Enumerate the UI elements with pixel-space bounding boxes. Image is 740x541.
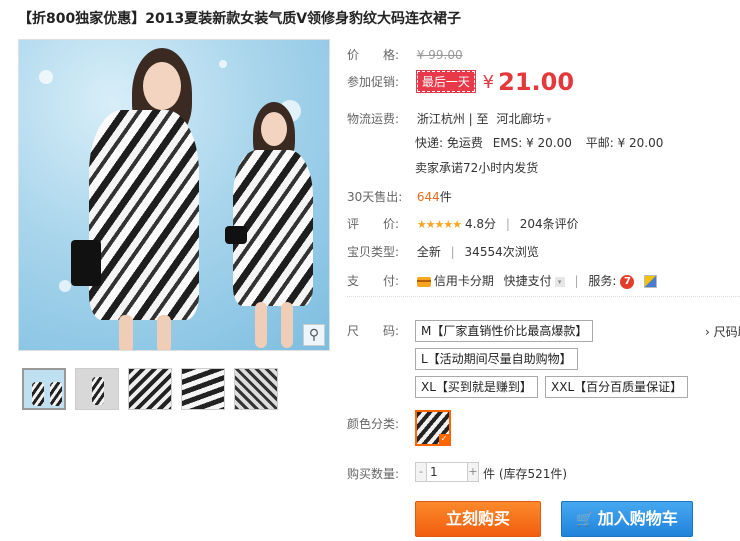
review-count-link[interactable]: 204条评价 xyxy=(520,217,579,231)
ship-promise: 卖家承诺72小时内发货 xyxy=(415,161,539,175)
promo-badge: 最后一天 xyxy=(415,69,476,93)
size-option-m[interactable]: M【厂家直销性价比最高爆款】 xyxy=(415,320,594,342)
ship-to-dropdown[interactable]: 河北廊坊 ▾ xyxy=(496,112,551,126)
credit-installment[interactable]: 信用卡分期 xyxy=(434,274,494,288)
quantity-label-row: 购买数量: xyxy=(347,465,413,482)
zoom-icon[interactable]: ⚲ xyxy=(303,324,325,346)
divider xyxy=(347,296,740,297)
size-label-row: 尺 码: xyxy=(347,322,413,339)
promo-label: 参加促销: xyxy=(347,74,400,89)
quantity-input[interactable] xyxy=(427,462,467,482)
ship-to: 河北廊坊 xyxy=(496,112,545,126)
item-type-row: 宝贝类型: 全新 | 34554次浏览 xyxy=(347,245,539,259)
thumbnail-strip xyxy=(22,368,278,410)
sales-row: 30天售出: 644件 xyxy=(347,188,452,205)
item-condition: 全新 xyxy=(416,245,441,259)
shipping-fees: 快递: 免运费 EMS: ¥ 20.00 平邮: ¥ 20.00 xyxy=(415,134,663,151)
add-to-cart-label: 加入购物车 xyxy=(597,509,678,528)
original-price: ¥ 99.00 xyxy=(416,48,463,62)
service-label: 服务: xyxy=(588,274,617,288)
shipping-label: 物流运费: xyxy=(347,112,400,126)
promo-price: 21.00 xyxy=(498,68,575,96)
credit-card-icon xyxy=(416,276,431,287)
decrement-button[interactable]: - xyxy=(415,462,427,482)
chevron-down-icon[interactable]: ▾ xyxy=(554,276,565,287)
color-label: 颜色分类: xyxy=(347,417,400,431)
size-option-xl[interactable]: XL【买到就是赚到】 xyxy=(415,376,538,398)
product-title: 【折800独家优惠】2013夏装新款女装气质V领修身豹纹大码连衣裙子 xyxy=(18,11,462,27)
rating-row: 评 价: ★★★★★ 4.8分 | 204条评价 xyxy=(347,217,579,231)
promo-row: 参加促销: 最后一天 ¥21.00 xyxy=(347,68,574,96)
buy-now-button[interactable]: 立刻购买 xyxy=(415,501,541,537)
rating-score: 4.8分 xyxy=(464,217,497,231)
promo-currency: ¥ xyxy=(482,71,495,93)
ship-from: 浙江杭州 xyxy=(416,112,465,126)
quick-pay[interactable]: 快捷支付 xyxy=(504,274,552,288)
size-label: 尺 码: xyxy=(347,324,400,338)
main-product-image[interactable]: ⚲ xyxy=(18,39,330,351)
rating-label: 评 价: xyxy=(347,217,400,231)
payment-label: 支 付: xyxy=(347,274,400,288)
price-row: 价 格: ¥ 99.00 xyxy=(347,46,463,63)
add-to-cart-button[interactable]: 🛒 加入购物车 xyxy=(561,501,693,537)
seven-day-return-icon[interactable]: 7 xyxy=(620,274,635,289)
thumbnail-5[interactable] xyxy=(234,368,278,410)
item-type-label: 宝贝类型: xyxy=(347,245,400,259)
quantity-stepper: - + xyxy=(415,462,479,482)
size-option-xxl[interactable]: XXL【百分百质量保证】 xyxy=(545,376,689,398)
cart-icon: 🛒 xyxy=(576,512,594,528)
sales-count: 644 xyxy=(416,190,440,204)
ems-fee: EMS: ¥ 20.00 xyxy=(492,136,572,150)
view-count: 34554次浏览 xyxy=(464,245,539,259)
guarantee-icon[interactable] xyxy=(644,275,658,288)
thumbnail-2[interactable] xyxy=(75,368,119,410)
stock-info: 件 (库存521件) xyxy=(483,467,568,481)
sales-label: 30天售出: xyxy=(347,190,403,204)
check-icon: ✓ xyxy=(439,434,449,444)
shipping-row: 物流运费: 浙江杭州 | 至 河北廊坊 ▾ xyxy=(347,110,551,127)
quantity-label: 购买数量: xyxy=(347,467,400,481)
color-label-row: 颜色分类: xyxy=(347,415,413,432)
payment-row: 支 付: 信用卡分期 快捷支付 ▾ | 服务: 7 xyxy=(347,272,658,289)
surface-fee: 平邮: ¥ 20.00 xyxy=(585,136,664,150)
thumbnail-4[interactable] xyxy=(181,368,225,410)
increment-button[interactable]: + xyxy=(467,462,479,482)
express-fee: 快递: 免运费 xyxy=(415,136,483,150)
thumbnail-3[interactable] xyxy=(128,368,172,410)
size-option-l[interactable]: L【活动期间尽量自助购物】 xyxy=(415,348,578,370)
price-label: 价 格: xyxy=(347,48,400,62)
chevron-down-icon: ▾ xyxy=(546,115,552,126)
sales-unit: 件 xyxy=(439,190,452,204)
star-rating-icon: ★★★★★ xyxy=(416,218,462,231)
ship-separator: | 至 xyxy=(468,112,489,126)
thumbnail-1[interactable] xyxy=(22,368,66,410)
color-swatch-zebra[interactable]: ✓ xyxy=(415,410,451,446)
size-guide-link[interactable]: › 尺码助 xyxy=(705,323,740,340)
